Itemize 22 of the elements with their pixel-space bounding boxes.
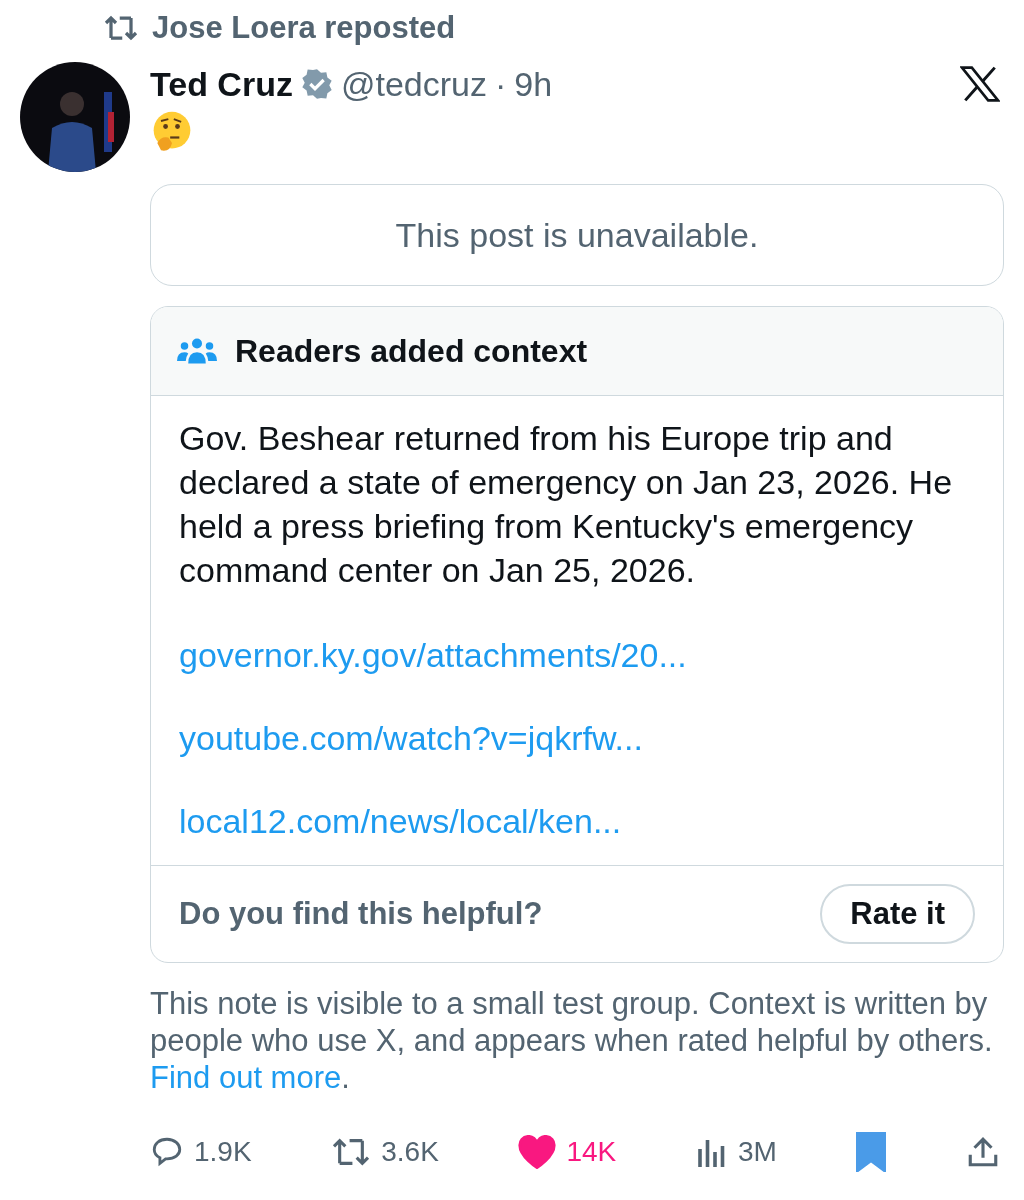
- separator-dot: ·: [494, 64, 507, 104]
- rate-button[interactable]: Rate it: [820, 884, 975, 944]
- author-name[interactable]: Ted Cruz: [150, 64, 293, 104]
- disclaimer-text: This note is visible to a small test group. Context is written by people who use X, and appears when rated helpful by others. Find out more.: [150, 985, 994, 1096]
- helpful-question: Do you find this helpful?: [179, 896, 543, 932]
- repost-label: Jose Loera reposted: [152, 10, 456, 46]
- post-time[interactable]: 9h: [514, 64, 553, 104]
- views-button[interactable]: 3M: [695, 1136, 777, 1168]
- like-button[interactable]: 14K: [518, 1135, 617, 1169]
- bookmark-button[interactable]: [856, 1132, 887, 1172]
- card-title: Readers added context: [235, 332, 588, 370]
- reply-button[interactable]: 1.9K: [150, 1135, 252, 1169]
- repost-icon: [102, 13, 140, 43]
- repost-button[interactable]: 3.6K: [331, 1135, 439, 1169]
- context-text: Gov. Beshear returned from his Europe trip and declared a state of emergency on Jan 23, 2026. He held a press briefing from Kentucky's emergency command center on Jan 25, 2026.: [179, 418, 954, 591]
- logo-icon: [960, 66, 1000, 102]
- people-icon: [177, 336, 217, 366]
- share-icon: [966, 1135, 1000, 1169]
- share-button[interactable]: [966, 1135, 1000, 1169]
- bookmark-icon: [856, 1132, 887, 1172]
- unavailable-notice: This post is unavailable.: [150, 184, 1004, 286]
- author-handle[interactable]: @tedcruz: [340, 64, 487, 104]
